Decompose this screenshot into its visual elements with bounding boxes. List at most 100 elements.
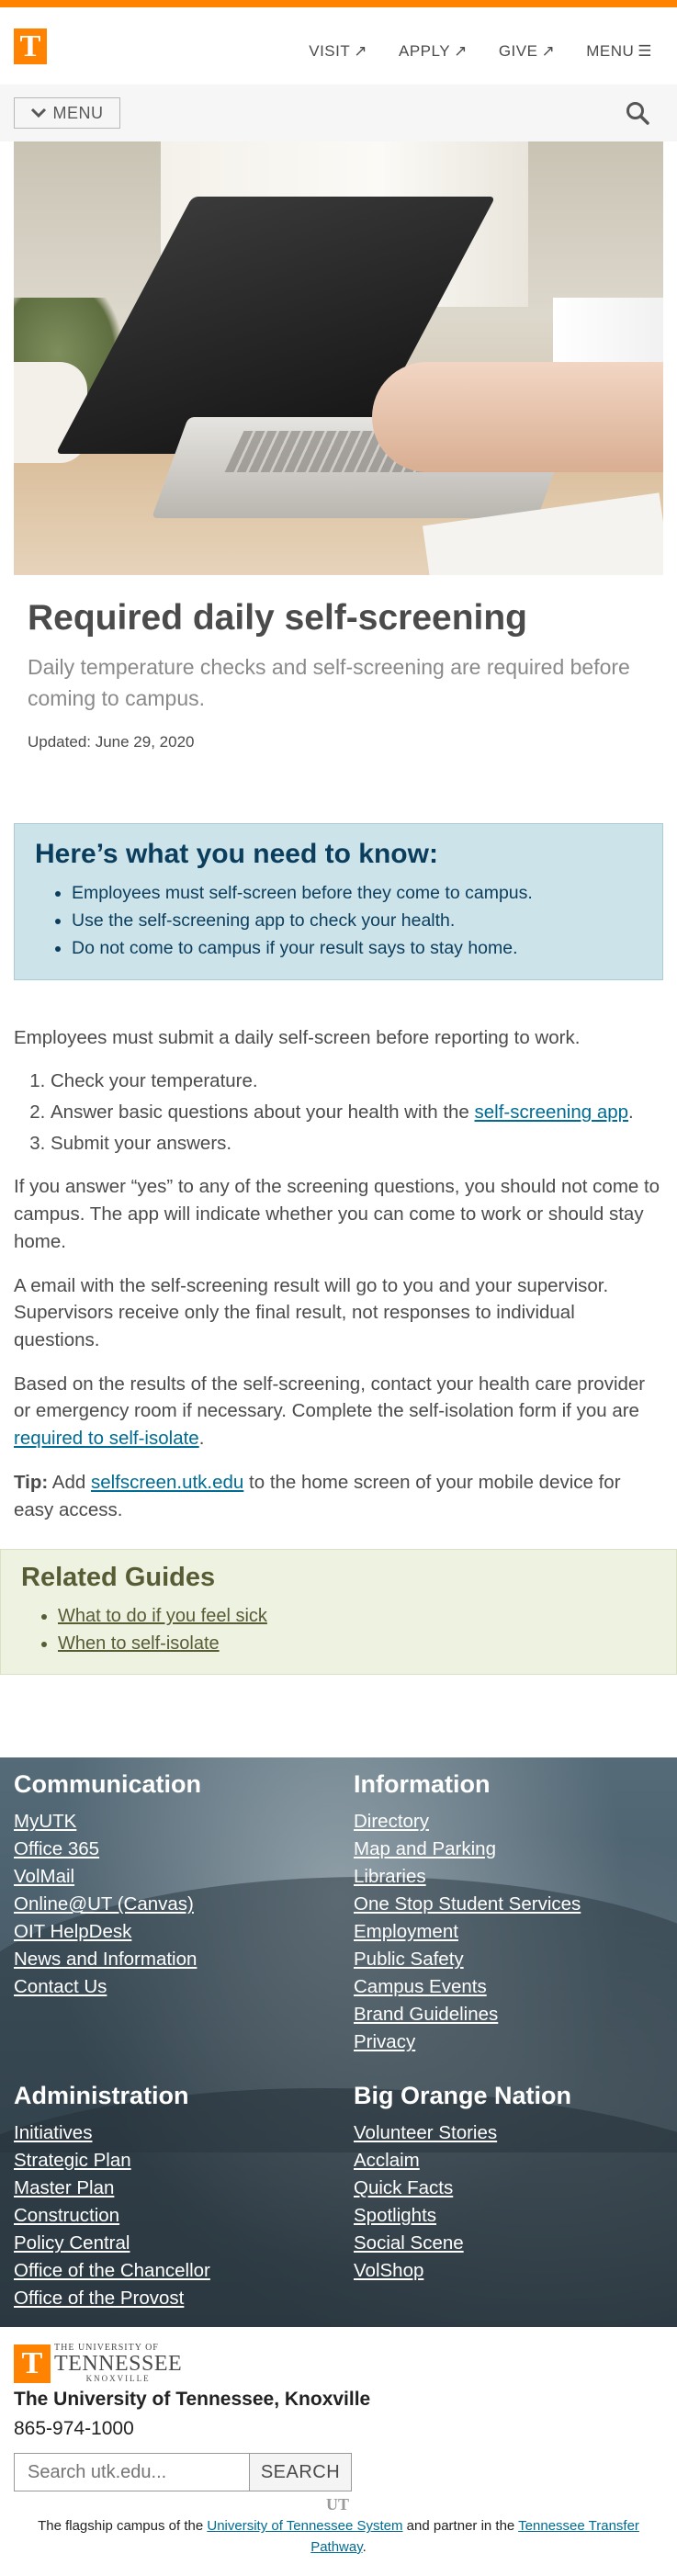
flagship-text: The flagship campus of the University of…	[14, 2516, 663, 2558]
paragraph-results: Based on the results of the self-screeni…	[14, 1371, 663, 1452]
external-link-icon: ↗	[454, 42, 468, 60]
footer-link-safety[interactable]: Public Safety	[354, 1946, 666, 1973]
tip-label: Tip:	[14, 1471, 49, 1493]
self-isolate-link[interactable]: required to self-isolate	[14, 1428, 199, 1449]
footer-link-brand[interactable]: Brand Guidelines	[354, 2001, 666, 2028]
hamburger-icon: ☰	[638, 42, 652, 60]
callout-heading: Here’s what you need to know:	[35, 838, 438, 869]
updated-date: Updated: June 29, 2020	[28, 732, 195, 751]
university-name: The University of Tennessee, Knoxville	[14, 2389, 371, 2411]
footer-big-orange: Big Orange Nation Volunteer Stories Accl…	[354, 2082, 666, 2312]
top-accent-bar	[0, 0, 677, 7]
footer-search-input[interactable]	[14, 2453, 250, 2492]
flagship-text-part: and partner in the	[402, 2518, 519, 2535]
logo-line: KNOXVILLE	[85, 2374, 151, 2384]
footer-link-onestop[interactable]: One Stop Student Services	[354, 1891, 666, 1918]
footer-link-policy[interactable]: Policy Central	[14, 2230, 354, 2257]
footer-link-construction[interactable]: Construction	[14, 2202, 354, 2230]
section-menu-label: MENU	[52, 103, 104, 122]
footer-heading: Big Orange Nation	[354, 2082, 572, 2110]
intro-paragraph: Employees must submit a daily self-scree…	[14, 1026, 581, 1048]
footer-link-volunteer[interactable]: Volunteer Stories	[354, 2119, 666, 2147]
footer-link-canvas[interactable]: Online@UT (Canvas)	[14, 1891, 354, 1918]
footer-heading: Administration	[14, 2082, 189, 2110]
footer-link-events[interactable]: Campus Events	[354, 1973, 666, 2001]
footer-link-chancellor[interactable]: Office of the Chancellor	[14, 2257, 354, 2285]
footer-link-privacy[interactable]: Privacy	[354, 2028, 666, 2056]
footer-link-social[interactable]: Social Scene	[354, 2230, 666, 2257]
list-item: What to do if you feel sick	[58, 1602, 656, 1630]
external-link-icon: ↗	[354, 42, 367, 60]
footer-link-helpdesk[interactable]: OIT HelpDesk	[14, 1918, 354, 1946]
footer-link-employment[interactable]: Employment	[354, 1918, 666, 1946]
footer-link-volmail[interactable]: VolMail	[14, 1863, 354, 1891]
nav-give-label: GIVE	[498, 42, 538, 60]
footer-link-spotlights[interactable]: Spotlights	[354, 2202, 666, 2230]
external-link-icon: ↗	[541, 42, 556, 60]
nav-menu-label: MENU	[586, 42, 635, 60]
footer-link-contact[interactable]: Contact Us	[14, 1973, 354, 2001]
tip-paragraph: Tip: Add selfscreen.utk.edu to the home …	[14, 1469, 663, 1523]
related-list: What to do if you feel sick When to self…	[21, 1602, 656, 1657]
flagship-text-part: .	[362, 2538, 367, 2555]
logo-letter: T	[19, 28, 41, 63]
footer-link-myutk[interactable]: MyUTK	[14, 1808, 354, 1836]
nav-menu[interactable]: MENU ☰	[586, 42, 652, 61]
selfscreen-link[interactable]: selfscreen.utk.edu	[91, 1472, 243, 1493]
footer-link-acclaim[interactable]: Acclaim	[354, 2147, 666, 2175]
bottom-bar: T THE UNIVERSITY OF TENNESSEE KNOXVILLE …	[0, 2327, 677, 2568]
nav-apply-label: APPLY	[399, 42, 451, 60]
nav-give[interactable]: GIVE ↗	[499, 42, 555, 61]
nav-visit[interactable]: VISIT ↗	[309, 42, 367, 61]
chevron-down-icon	[30, 107, 46, 119]
footer-link-master[interactable]: Master Plan	[14, 2175, 354, 2202]
hero-image	[14, 141, 663, 575]
phone-number[interactable]: 865-974-1000	[14, 2418, 663, 2440]
footer-search-button[interactable]: SEARCH	[250, 2453, 352, 2492]
footer-link-provost[interactable]: Office of the Provost	[14, 2285, 354, 2312]
logo-square: T	[14, 2344, 51, 2383]
list-item: Employees must self-screen before they c…	[72, 879, 642, 907]
footer-communication: Communication MyUTK Office 365 VolMail O…	[14, 1770, 354, 2056]
related-heading: Related Guides	[21, 1563, 216, 1593]
footer-link-volshop[interactable]: VolShop	[354, 2257, 666, 2285]
ut-logo[interactable]: T	[14, 28, 47, 64]
list-item: Use the self-screening app to check your…	[72, 907, 642, 934]
nav-visit-label: VISIT	[309, 42, 351, 60]
ut-system-link[interactable]: University of Tennessee System	[207, 2518, 402, 2534]
logo-line: TENNESSEE	[54, 2352, 183, 2377]
footer-heading: Communication	[14, 1770, 202, 1799]
steps-list: Check your temperature. Answer basic que…	[14, 1068, 663, 1157]
search-icon[interactable]	[626, 101, 649, 125]
list-item: When to self-isolate	[58, 1630, 656, 1657]
footer-link-strategic[interactable]: Strategic Plan	[14, 2147, 354, 2175]
footer-link-facts[interactable]: Quick Facts	[354, 2175, 666, 2202]
footer-link-libraries[interactable]: Libraries	[354, 1863, 666, 1891]
paragraph-email: A email with the self-screening result w…	[14, 1274, 609, 1351]
step-text: Answer basic questions about your health…	[51, 1101, 475, 1123]
footer-link-initiatives[interactable]: Initiatives	[14, 2119, 354, 2147]
site-footer: Communication MyUTK Office 365 VolMail O…	[0, 1757, 677, 2328]
footer-link-office365[interactable]: Office 365	[14, 1836, 354, 1863]
university-logo[interactable]: T THE UNIVERSITY OF TENNESSEE KNOXVILLE	[14, 2344, 663, 2383]
section-menu-button[interactable]: MENU	[14, 97, 120, 129]
footer-search: SEARCH	[14, 2453, 663, 2492]
ut-mark-icon: UT	[326, 2495, 350, 2514]
footer-link-news[interactable]: News and Information	[14, 1946, 354, 1973]
related-guides: Related Guides What to do if you feel si…	[0, 1549, 677, 1676]
title-block: Required daily self-screening Daily temp…	[0, 598, 677, 751]
related-link-feel-sick[interactable]: What to do if you feel sick	[58, 1606, 267, 1626]
paragraph-yes-answer: If you answer “yes” to any of the screen…	[14, 1176, 660, 1252]
paragraph-text: .	[198, 1428, 205, 1450]
self-screening-app-link[interactable]: self-screening app	[475, 1102, 629, 1123]
main-content: Employees must submit a daily self-scree…	[0, 1024, 677, 1524]
page-subtitle: Daily temperature checks and self-screen…	[28, 654, 630, 711]
paragraph-text: Based on the results of the self-screeni…	[14, 1373, 646, 1422]
footer-link-map[interactable]: Map and Parking	[354, 1836, 666, 1863]
nav-apply[interactable]: APPLY ↗	[399, 42, 468, 61]
footer-columns: Communication MyUTK Office 365 VolMail O…	[14, 1770, 666, 2312]
step-item: Submit your answers.	[51, 1130, 663, 1158]
related-link-self-isolate[interactable]: When to self-isolate	[58, 1633, 220, 1654]
footer-link-directory[interactable]: Directory	[354, 1808, 666, 1836]
list-item: Do not come to campus if your result say…	[72, 934, 642, 962]
